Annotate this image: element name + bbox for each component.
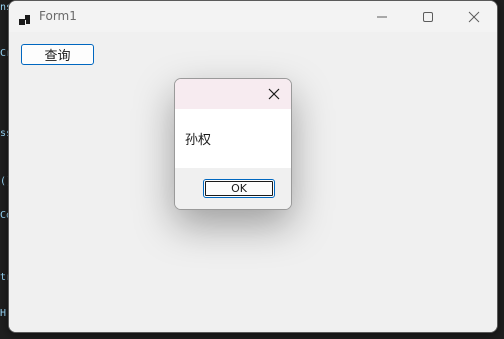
dialog-body: 孙权 [175,109,291,168]
form-client-area: 查询 孙权 OK [9,32,497,332]
dialog-message: 孙权 [185,133,212,148]
main-window: Form1 查询 孙权 OK [8,0,498,333]
dialog-titlebar[interactable] [175,79,291,109]
dialog-footer: OK [175,168,291,209]
window-title: Form1 [39,9,77,23]
ok-button[interactable]: OK [203,179,275,198]
close-icon [468,11,480,22]
minimize-icon [377,16,387,17]
maximize-button[interactable] [405,1,451,32]
query-button[interactable]: 查询 [21,44,94,65]
maximize-icon [423,11,433,22]
form-app-icon [19,11,31,25]
minimize-button[interactable] [359,1,405,32]
window-titlebar[interactable]: Form1 [9,1,497,32]
dialog-close-button[interactable] [259,79,289,109]
close-icon [268,88,280,100]
close-button[interactable] [451,1,497,32]
message-box-dialog: 孙权 OK [174,78,292,210]
